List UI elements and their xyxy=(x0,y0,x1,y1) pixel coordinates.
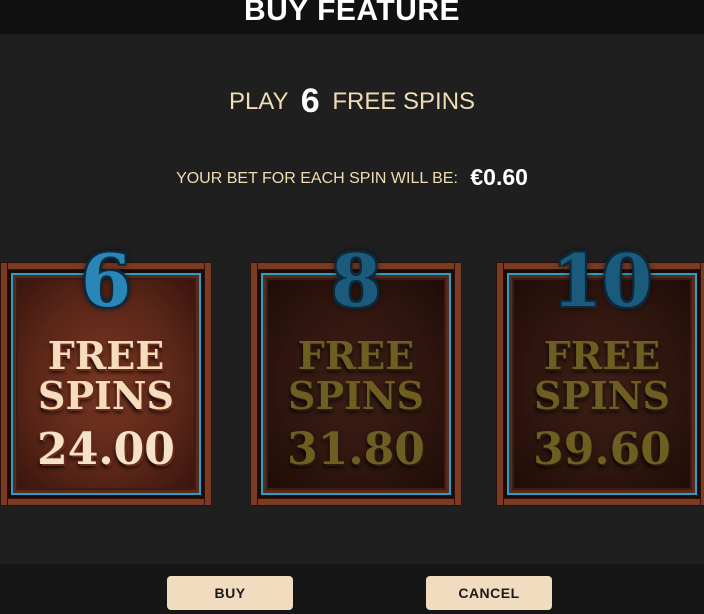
spins-count: 10 xyxy=(551,238,653,323)
play-count: 6 xyxy=(300,82,320,120)
free-label: FREE xyxy=(297,333,415,378)
spins-count: 8 xyxy=(330,238,382,323)
frame-beam-bottom xyxy=(0,498,212,506)
option-price: 24.00 xyxy=(37,424,175,475)
spins-label: SPINS xyxy=(534,373,670,418)
frame-beam-bottom xyxy=(496,498,704,506)
bet-amount: €0.60 xyxy=(470,164,528,190)
play-suffix: FREE SPINS xyxy=(332,88,476,115)
bottom-bar xyxy=(0,564,704,614)
bet-label: YOUR BET FOR EACH SPIN WILL BE: xyxy=(176,170,458,187)
option-price: 31.80 xyxy=(287,424,425,475)
bet-line: YOUR BET FOR EACH SPIN WILL BE: €0.60 xyxy=(0,164,704,191)
option-card-10-spins[interactable]: 10 FREE SPINS 39.60 xyxy=(496,238,704,506)
play-free-spins-line: PLAY 6 FREE SPINS xyxy=(0,82,704,121)
free-label: FREE xyxy=(47,333,165,378)
spins-count: 6 xyxy=(80,238,132,323)
free-label: FREE xyxy=(543,333,661,378)
option-price: 39.60 xyxy=(533,424,671,475)
spins-label: SPINS xyxy=(38,373,174,418)
buy-button[interactable]: BUY xyxy=(167,576,293,610)
frame-beam-bottom xyxy=(250,498,462,506)
option-card-6-spins[interactable]: 6 FREE SPINS 24.00 xyxy=(0,238,212,506)
option-card-8-spins[interactable]: 8 FREE SPINS 31.80 xyxy=(250,238,462,506)
dialog-title: BUY FEATURE xyxy=(243,0,461,27)
spins-label: SPINS xyxy=(288,373,424,418)
play-prefix: PLAY xyxy=(228,88,289,115)
cancel-button[interactable]: CANCEL xyxy=(426,576,552,610)
